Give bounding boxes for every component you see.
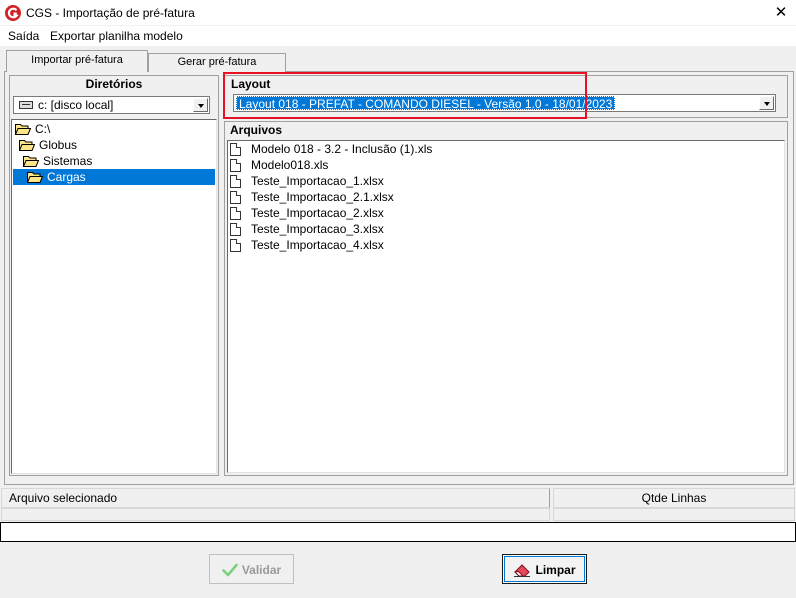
files-list[interactable]: Modelo 018 - 3.2 - Inclusão (1).xls Mode… <box>227 140 785 473</box>
directories-header: Diretórios <box>85 77 143 91</box>
files-header: Arquivos <box>230 123 283 137</box>
tree-item-label: Sistemas <box>43 154 93 168</box>
clear-button[interactable]: Limpar <box>502 554 587 584</box>
document-icon <box>230 239 241 252</box>
document-icon <box>230 175 241 188</box>
selected-file-label: Arquivo selecionado <box>1 488 550 508</box>
folder-open-icon <box>23 156 39 167</box>
title-bar: CGS - Importação de pré-fatura ✕ <box>0 0 796 26</box>
menu-item-saida[interactable]: Saída <box>8 29 39 43</box>
tree-item-sistemas[interactable]: Sistemas <box>23 153 103 169</box>
validate-button-label: Validar <box>241 562 282 577</box>
tree-item-c[interactable]: C:\ <box>15 121 75 137</box>
folder-open-icon <box>27 172 43 183</box>
file-item-label: Teste_Importacao_2.1.xlsx <box>251 190 394 204</box>
folder-open-icon <box>19 140 35 151</box>
drive-select-value: c: [disco local] <box>38 98 114 112</box>
drive-icon <box>19 101 33 109</box>
file-item-label: Teste_Importacao_2.xlsx <box>251 206 384 220</box>
row-count-value <box>553 508 795 521</box>
tree-item-globus[interactable]: Globus <box>19 137 89 153</box>
directory-tree[interactable]: C:\ Globus Sistemas Cargas <box>11 119 217 474</box>
close-button[interactable]: ✕ <box>766 0 796 26</box>
window-title: CGS - Importação de pré-fatura <box>26 6 195 20</box>
row-count-label: Qtde Linhas <box>553 488 795 508</box>
file-item-label: Modelo 018 - 3.2 - Inclusão (1).xls <box>251 142 433 156</box>
file-item-label: Teste_Importacao_4.xlsx <box>251 238 384 252</box>
tree-item-label: Globus <box>39 138 78 152</box>
tab-gerar[interactable]: Gerar pré-fatura <box>148 53 286 72</box>
document-icon <box>230 143 241 156</box>
tree-item-label: C:\ <box>35 122 51 136</box>
tab-importar[interactable]: Importar pré-fatura <box>6 50 148 72</box>
highlight-annotation-box <box>223 72 587 119</box>
drive-dropdown-arrow-icon[interactable] <box>193 98 208 112</box>
document-icon <box>230 223 241 236</box>
path-field[interactable] <box>0 522 796 542</box>
folder-open-icon <box>15 124 31 135</box>
document-icon <box>230 191 241 204</box>
menu-item-exportar[interactable]: Exportar planilha modelo <box>50 29 183 43</box>
document-icon <box>230 207 241 220</box>
document-icon <box>230 159 241 172</box>
file-item-label: Modelo018.xls <box>251 158 329 172</box>
file-item-label: Teste_Importacao_1.xlsx <box>251 174 384 188</box>
app-logo-icon <box>5 5 21 21</box>
tree-item-cargas[interactable]: Cargas <box>13 169 215 185</box>
file-item-label: Teste_Importacao_3.xlsx <box>251 222 384 236</box>
menu-bar: Saída Exportar planilha modelo <box>0 26 796 46</box>
selected-file-value <box>1 508 550 521</box>
tree-item-label: Cargas <box>47 170 86 184</box>
clear-button-label: Limpar <box>535 562 576 577</box>
layout-dropdown-arrow-icon[interactable] <box>759 96 774 110</box>
validate-button[interactable]: Validar <box>209 554 294 584</box>
drive-select[interactable]: c: [disco local] <box>13 96 210 114</box>
check-icon <box>222 563 238 577</box>
eraser-icon <box>514 564 531 577</box>
